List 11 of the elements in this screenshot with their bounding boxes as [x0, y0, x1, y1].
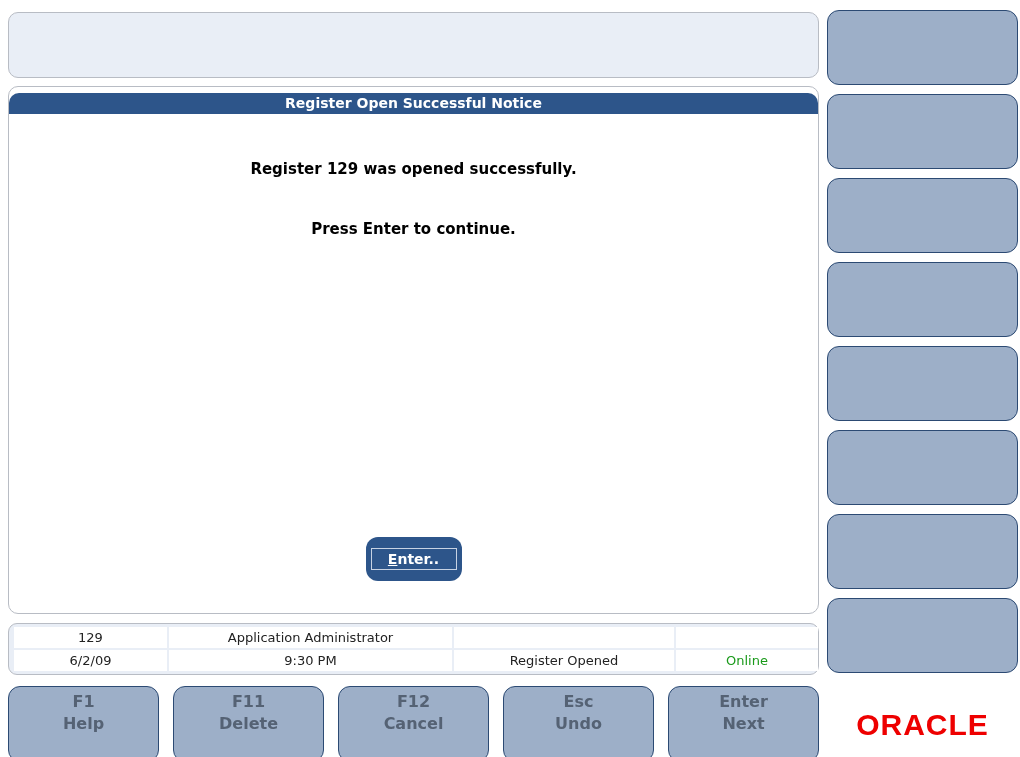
logo: ORACLE — [855, 708, 990, 742]
status-cell: 129 — [14, 627, 167, 648]
enter-button[interactable]: Enter.. — [365, 537, 462, 581]
dialog-title: Register Open Successful Notice — [9, 93, 818, 114]
message-text: Press Enter to continue. — [311, 220, 516, 238]
status-cell: 6/2/09 — [14, 650, 167, 671]
message-text: Register 129 was opened successfully. — [250, 160, 577, 178]
status-cell: 9:30 PM — [169, 650, 452, 671]
status-cell: Application Administrator — [169, 627, 452, 648]
status-cell: Online — [676, 650, 818, 671]
status-cell: Register Opened — [454, 650, 674, 671]
